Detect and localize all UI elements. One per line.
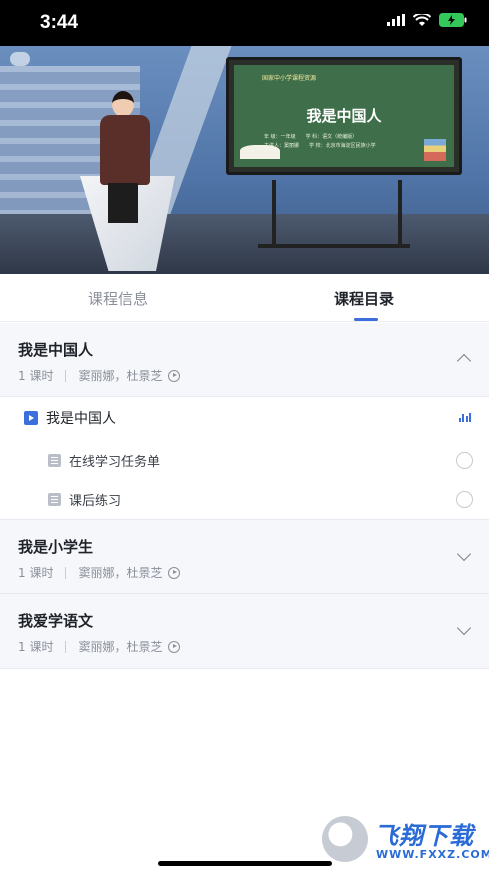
status-bar: 3:44 (0, 0, 489, 46)
video-lesson-icon (24, 411, 38, 425)
book-illustration (240, 145, 280, 159)
chapter-title: 我是中国人 (18, 341, 94, 359)
chevron-down-icon[interactable] (456, 620, 472, 636)
lesson-item[interactable]: 我是中国人 (0, 398, 489, 438)
chapter-hours: 1 课时 (18, 640, 54, 654)
board-meta-grade: 年 级：一年级 学 科：语文（统编版） (264, 134, 358, 140)
task-item[interactable]: 在线学习任务单 (0, 440, 489, 480)
home-indicator[interactable] (158, 861, 332, 866)
play-circle-icon[interactable] (168, 369, 181, 382)
board-meta-teacher: 主讲人：窦丽娜 学 校：北京市海淀区民族小学 (264, 143, 376, 149)
tab-course-info[interactable]: 课程信息 (88, 288, 148, 309)
video-player[interactable]: 国家中小学课程资源 我是中国人 年 级：一年级 学 科：语文（统编版） 主讲人：… (0, 46, 489, 274)
signal-icon (387, 14, 405, 26)
task-status-circle[interactable] (456, 452, 473, 469)
chapter-header[interactable]: 我爱学语文 1 课时 窦丽娜，杜景芝 (0, 594, 489, 669)
tab-course-catalog[interactable]: 课程目录 (334, 288, 394, 309)
document-icon (48, 493, 61, 506)
task-item[interactable]: 课后练习 (0, 479, 489, 519)
document-icon (48, 454, 61, 467)
chevron-up-icon[interactable] (456, 353, 472, 369)
play-circle-icon[interactable] (168, 566, 181, 579)
watermark-url: WWW.FXXZ.COM (376, 848, 489, 861)
blackboard-screen: 国家中小学课程资源 我是中国人 年 级：一年级 学 科：语文（统编版） 主讲人：… (226, 57, 462, 175)
board-title: 我是中国人 (306, 107, 382, 125)
watermark-emblem-icon (322, 816, 368, 862)
chapter-header[interactable]: 我是中国人 1 课时 窦丽娜，杜景芝 (0, 323, 489, 397)
play-circle-icon[interactable] (168, 640, 181, 653)
player-badge-icon[interactable] (10, 52, 30, 66)
chapter-hours: 1 课时 (18, 369, 54, 383)
task-status-circle[interactable] (456, 491, 473, 508)
chapter-teachers: 窦丽娜，杜景芝 (78, 566, 163, 580)
chapter-teachers: 窦丽娜，杜景芝 (78, 369, 163, 383)
teacher-figure (94, 91, 156, 226)
watermark-logo: 飞翔下载 WWW.FXXZ.COM (322, 812, 489, 868)
chapter-hours: 1 课时 (18, 566, 54, 580)
chapter-header[interactable]: 我是小学生 1 课时 窦丽娜，杜景芝 (0, 519, 489, 594)
tab-active-indicator (354, 318, 378, 321)
task-title: 课后练习 (69, 494, 122, 509)
chapter-title: 我是小学生 (18, 538, 94, 556)
task-title: 在线学习任务单 (69, 455, 161, 470)
books-illustration (424, 139, 446, 161)
playing-bars-icon (458, 413, 471, 422)
battery-icon (439, 13, 467, 27)
chapter-teachers: 窦丽娜，杜景芝 (78, 640, 163, 654)
chapter-title: 我爱学语文 (18, 612, 94, 630)
status-time: 3:44 (40, 12, 79, 33)
chevron-down-icon[interactable] (456, 546, 472, 562)
lesson-title: 我是中国人 (46, 411, 116, 427)
watermark-brand: 飞翔下载 (374, 822, 474, 850)
board-source-text: 国家中小学课程资源 (262, 75, 317, 82)
wifi-icon (413, 13, 431, 26)
tab-bar: 课程信息 课程目录 (0, 274, 489, 322)
